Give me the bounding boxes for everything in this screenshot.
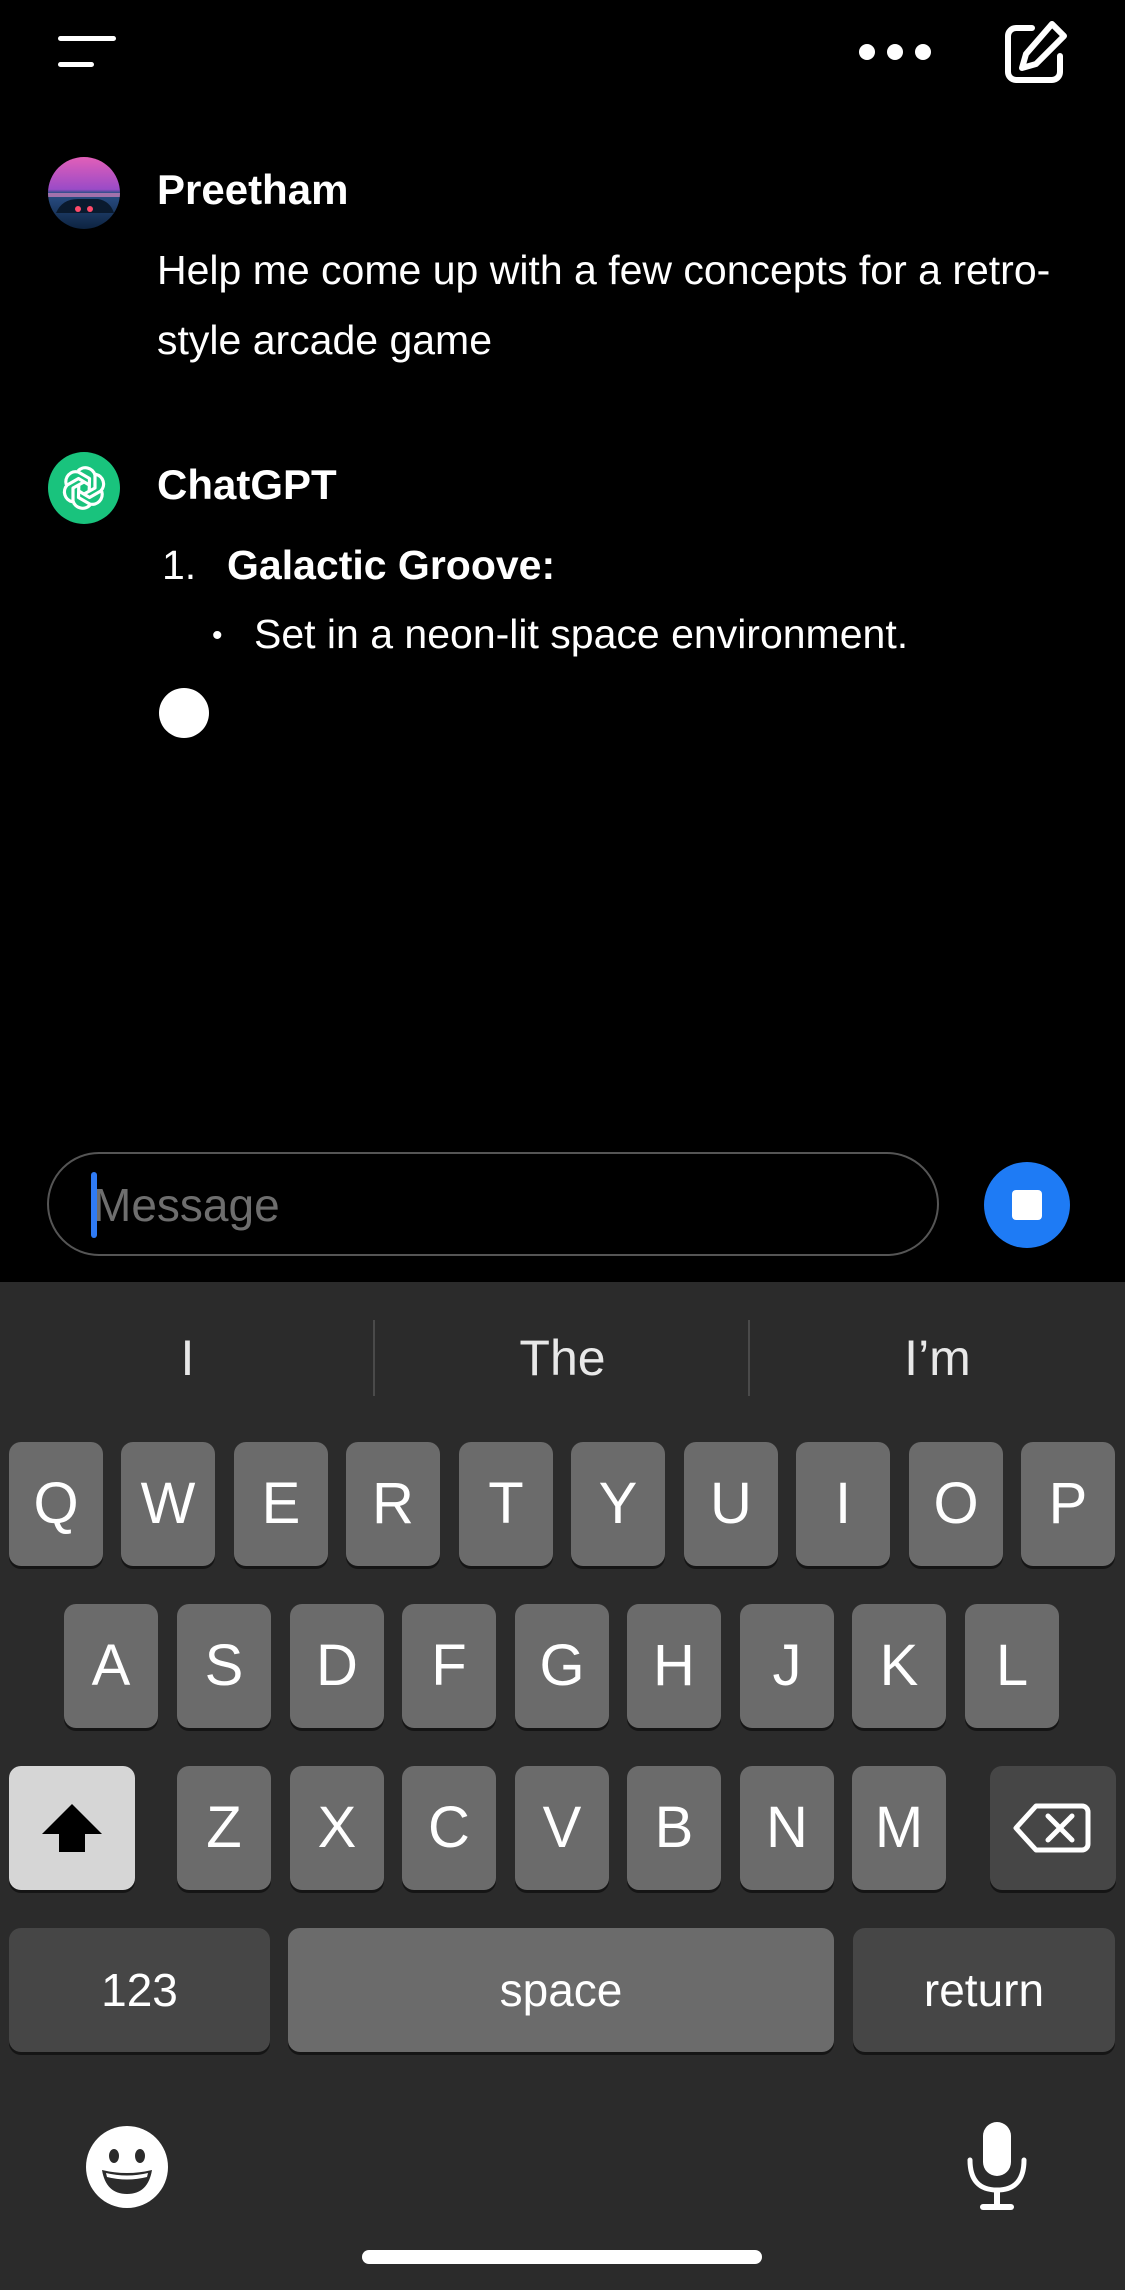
assistant-name: ChatGPT <box>157 461 337 508</box>
retro-car-avatar-icon <box>48 157 120 229</box>
message-input[interactable] <box>93 1172 893 1238</box>
key-t[interactable]: T <box>459 1442 553 1566</box>
typing-indicator <box>159 688 209 738</box>
bullet-text: Set in a neon-lit space environment. <box>254 611 909 657</box>
key-r[interactable]: R <box>346 1442 440 1566</box>
shift-key[interactable] <box>9 1766 135 1890</box>
key-w[interactable]: W <box>121 1442 215 1566</box>
key-i[interactable]: I <box>796 1442 890 1566</box>
bullet-item: • Set in a neon-lit space environment. <box>157 600 1077 670</box>
bullet-dot: • <box>212 619 223 652</box>
home-indicator[interactable] <box>362 2250 762 2264</box>
predictive-bar: I The I’m <box>0 1282 1125 1436</box>
key-n[interactable]: N <box>740 1766 834 1890</box>
key-x[interactable]: X <box>290 1766 384 1890</box>
user-avatar[interactable] <box>48 157 120 229</box>
menu-icon[interactable] <box>56 30 122 74</box>
key-o[interactable]: O <box>909 1442 1003 1566</box>
key-d[interactable]: D <box>290 1604 384 1728</box>
numbers-key[interactable]: 123 <box>9 1928 270 2052</box>
key-c[interactable]: C <box>402 1766 496 1890</box>
message-composer[interactable] <box>47 1152 939 1256</box>
key-v[interactable]: V <box>515 1766 609 1890</box>
text-caret <box>91 1172 97 1238</box>
space-key[interactable]: space <box>288 1928 834 2052</box>
delete-key[interactable] <box>990 1766 1116 1890</box>
key-q[interactable]: Q <box>9 1442 103 1566</box>
microphone-icon[interactable] <box>962 2120 1032 2214</box>
suggestion-3[interactable]: I’m <box>750 1322 1125 1394</box>
return-key[interactable]: return <box>853 1928 1115 2052</box>
keyboard: I The I’m Q W E R T Y U I O P A S D F G … <box>0 1282 1125 2290</box>
assistant-avatar <box>48 452 120 524</box>
user-message-text: Help me come up with a few concepts for … <box>157 247 1051 363</box>
key-z[interactable]: Z <box>177 1766 271 1890</box>
new-chat-icon[interactable] <box>1000 18 1070 88</box>
key-y[interactable]: Y <box>571 1442 665 1566</box>
key-l[interactable]: L <box>965 1604 1059 1728</box>
key-a[interactable]: A <box>64 1604 158 1728</box>
list-item: 1. Galactic Groove: <box>157 530 1077 600</box>
key-m[interactable]: M <box>852 1766 946 1890</box>
assistant-response-list: 1. Galactic Groove: • Set in a neon-lit sp… <box>157 530 1077 670</box>
key-u[interactable]: U <box>684 1442 778 1566</box>
list-item-number: 1. <box>162 542 197 588</box>
key-k[interactable]: K <box>852 1604 946 1728</box>
shift-icon <box>42 1804 102 1852</box>
more-options-icon[interactable] <box>855 36 935 68</box>
stop-generating-button[interactable] <box>984 1162 1070 1248</box>
stop-icon <box>1012 1190 1042 1220</box>
openai-logo-icon <box>59 466 109 510</box>
key-e[interactable]: E <box>234 1442 328 1566</box>
list-item-title: Galactic Groove: <box>227 542 556 588</box>
key-p[interactable]: P <box>1021 1442 1115 1566</box>
key-g[interactable]: G <box>515 1604 609 1728</box>
key-j[interactable]: J <box>740 1604 834 1728</box>
key-f[interactable]: F <box>402 1604 496 1728</box>
emoji-icon[interactable] <box>84 2124 170 2210</box>
user-name: Preetham <box>157 166 349 213</box>
key-h[interactable]: H <box>627 1604 721 1728</box>
key-b[interactable]: B <box>627 1766 721 1890</box>
delete-icon <box>1013 1803 1091 1853</box>
key-s[interactable]: S <box>177 1604 271 1728</box>
suggestion-2[interactable]: The <box>375 1322 750 1394</box>
suggestion-1[interactable]: I <box>0 1322 375 1394</box>
top-bar <box>0 0 1125 110</box>
